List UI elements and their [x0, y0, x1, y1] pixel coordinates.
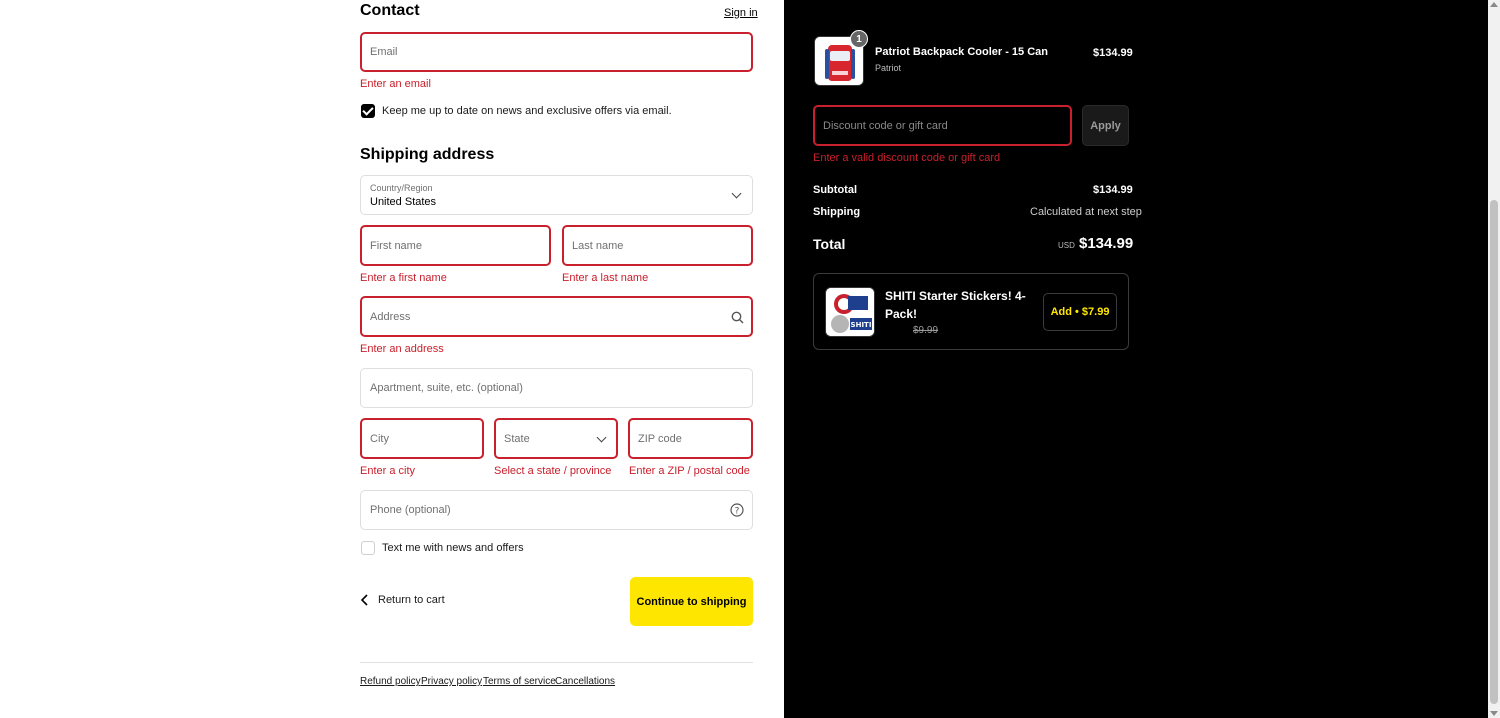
- discount-code-field[interactable]: Discount code or gift card: [813, 105, 1072, 146]
- first-name-placeholder: First name: [370, 239, 422, 252]
- return-to-cart-label: Return to cart: [378, 594, 445, 606]
- footer-divider: [360, 662, 753, 663]
- phone-field[interactable]: Phone (optional) ?: [360, 490, 753, 530]
- terms-of-service-link[interactable]: Terms of service: [483, 676, 556, 687]
- svg-text:?: ?: [735, 507, 740, 517]
- total-value: $134.99: [1079, 235, 1134, 252]
- first-name-error: Enter a first name: [360, 272, 447, 284]
- upsell-name: SHITI Starter Stickers! 4- Pack!: [885, 287, 1026, 323]
- order-summary-panel: 1 Patriot Backpack Cooler - 15 Can Patri…: [784, 0, 1488, 718]
- cancellations-link[interactable]: Cancellations: [555, 676, 615, 687]
- product-price: $134.99: [1093, 47, 1133, 59]
- discount-error: Enter a valid discount code or gift card: [813, 152, 1001, 164]
- zip-error: Enter a ZIP / postal code: [629, 465, 750, 477]
- currency-code: USD: [1058, 241, 1075, 250]
- shipping-label: Shipping: [813, 206, 861, 218]
- svg-text:SHITI: SHITI: [851, 321, 872, 329]
- phone-placeholder: Phone (optional): [370, 504, 451, 516]
- chevron-down-icon: [596, 432, 607, 443]
- city-field[interactable]: City: [360, 418, 484, 459]
- refund-policy-link[interactable]: Refund policy: [360, 676, 421, 687]
- continue-to-shipping-button[interactable]: Continue to shipping: [630, 577, 753, 626]
- checkout-form-panel: Contact Sign in Email Enter an email Kee…: [0, 0, 784, 718]
- address-field[interactable]: Address: [360, 296, 753, 337]
- upsell-original-price: $9.99: [913, 325, 939, 336]
- upsell-name-line1: SHITI Starter Stickers! 4-: [885, 289, 1026, 303]
- scroll-down-arrow[interactable]: [1490, 711, 1498, 716]
- shipping-value: Calculated at next step: [1030, 206, 1142, 218]
- subtotal-value: $134.99: [1093, 184, 1133, 196]
- country-label: Country/Region: [370, 183, 433, 193]
- last-name-field[interactable]: Last name: [562, 225, 753, 266]
- state-error: Select a state / province: [494, 465, 612, 477]
- search-icon[interactable]: [731, 311, 744, 324]
- upsell-card: SHITI SHITI Starter Stickers! 4- Pack! $…: [813, 273, 1129, 350]
- chevron-down-icon: [731, 188, 742, 199]
- sms-checkbox[interactable]: [361, 541, 375, 555]
- sticker-pack-image: SHITI: [826, 288, 874, 336]
- address-error: Enter an address: [360, 343, 444, 355]
- newsletter-checkbox[interactable]: [361, 104, 375, 118]
- state-placeholder: State: [504, 432, 530, 445]
- return-to-cart-link[interactable]: Return to cart: [360, 594, 445, 606]
- subtotal-label: Subtotal: [813, 184, 857, 196]
- product-name: Patriot Backpack Cooler - 15 Can: [875, 46, 1049, 58]
- scroll-up-arrow[interactable]: [1490, 2, 1498, 7]
- address-placeholder: Address: [370, 310, 411, 323]
- add-upsell-button[interactable]: Add • $7.99: [1043, 293, 1117, 331]
- email-field[interactable]: Email: [360, 32, 753, 72]
- sticker-pack-thumbnail: SHITI: [825, 287, 875, 337]
- state-select[interactable]: State: [494, 418, 618, 459]
- last-name-error: Enter a last name: [562, 272, 649, 284]
- apartment-placeholder: Apartment, suite, etc. (optional): [370, 382, 523, 394]
- help-icon[interactable]: ?: [730, 503, 744, 517]
- contact-heading: Contact: [360, 2, 420, 19]
- email-placeholder: Email: [370, 46, 398, 58]
- zip-placeholder: ZIP code: [638, 432, 682, 445]
- city-placeholder: City: [370, 432, 389, 445]
- email-error: Enter an email: [360, 78, 431, 90]
- apartment-field[interactable]: Apartment, suite, etc. (optional): [360, 368, 753, 408]
- sms-label: Text me with news and offers: [382, 542, 524, 554]
- chevron-left-icon: [360, 594, 368, 606]
- sign-in-link[interactable]: Sign in: [724, 7, 758, 19]
- total-label: Total: [813, 236, 846, 252]
- product-variant: Patriot: [875, 63, 902, 73]
- last-name-placeholder: Last name: [572, 239, 624, 252]
- privacy-policy-link[interactable]: Privacy policy: [421, 676, 482, 687]
- upsell-name-line2: Pack!: [885, 307, 918, 321]
- quantity-badge: 1: [850, 30, 868, 48]
- shipping-heading: Shipping address: [360, 146, 495, 163]
- page-scrollbar[interactable]: [1488, 0, 1500, 718]
- discount-placeholder: Discount code or gift card: [823, 119, 948, 132]
- country-select[interactable]: Country/Region United States: [360, 175, 753, 215]
- zip-field[interactable]: ZIP code: [628, 418, 753, 459]
- country-value: United States: [370, 196, 437, 208]
- scrollbar-thumb[interactable]: [1490, 200, 1498, 704]
- newsletter-label: Keep me up to date on news and exclusive…: [382, 105, 672, 117]
- first-name-field[interactable]: First name: [360, 225, 551, 266]
- apply-button[interactable]: Apply: [1082, 105, 1129, 146]
- city-error: Enter a city: [360, 465, 416, 477]
